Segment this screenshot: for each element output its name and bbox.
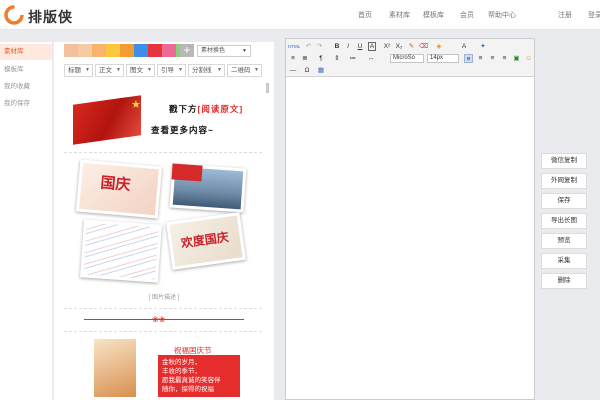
bold-button[interactable]: B bbox=[333, 42, 341, 51]
chevron-down-icon: ▼ bbox=[147, 67, 152, 73]
panel-scrollbar[interactable] bbox=[266, 83, 269, 93]
sidebar-item-materials[interactable]: 素材库 bbox=[0, 44, 52, 60]
font-size-select[interactable]: 14px bbox=[427, 54, 459, 63]
item-divider bbox=[64, 152, 262, 153]
align-left-icon[interactable]: ≡ bbox=[464, 54, 473, 63]
filter-title[interactable]: 标题 ▼ bbox=[64, 64, 93, 77]
horizontal-rule-icon[interactable]: — bbox=[288, 66, 298, 75]
ordered-list-icon[interactable]: ≣ bbox=[300, 54, 310, 63]
color-swatches bbox=[64, 44, 190, 57]
editor-toolbar: HTML ↶ ↷ B I U A X² X₂ ✎ ⌫ ◈ A ✦ ≡ ≣ ¶ ⇕… bbox=[286, 39, 534, 77]
editor-content-area[interactable] bbox=[286, 78, 534, 399]
rich-text-editor: HTML ↶ ↷ B I U A X² X₂ ✎ ⌫ ◈ A ✦ ≡ ≣ ¶ ⇕… bbox=[285, 38, 535, 400]
sidebar-item-saved[interactable]: 我的保存 bbox=[0, 96, 52, 112]
font-color-button[interactable]: A bbox=[458, 42, 470, 51]
color-swatch[interactable] bbox=[64, 44, 78, 57]
nav-member[interactable]: 会员 bbox=[460, 10, 474, 20]
external-copy-button[interactable]: 外网复制 bbox=[541, 173, 587, 189]
banner-line-1: 戳下方[阅读原文] bbox=[169, 104, 244, 114]
chevron-down-icon: ▼ bbox=[178, 67, 183, 73]
logo-icon[interactable] bbox=[4, 5, 24, 25]
nav-login[interactable]: 登录 bbox=[588, 10, 600, 20]
letter-spacing-icon[interactable]: ↔ bbox=[366, 54, 376, 63]
collage-photo: 欢度国庆 bbox=[166, 212, 246, 270]
align-justify-icon[interactable]: ≡ bbox=[500, 54, 509, 63]
background-color-icon[interactable]: ✦ bbox=[476, 42, 490, 51]
chevron-down-icon: ▼ bbox=[254, 67, 259, 73]
format-painter-icon[interactable]: ✎ bbox=[407, 42, 416, 51]
color-swatch[interactable] bbox=[148, 44, 162, 57]
italic-button[interactable]: I bbox=[344, 42, 352, 51]
clear-format-icon[interactable]: ⌫ bbox=[419, 42, 428, 51]
color-change-label: 素材换色 bbox=[201, 48, 226, 54]
color-swatch[interactable] bbox=[92, 44, 106, 57]
filter-divider[interactable]: 分割线 ▼ bbox=[188, 64, 225, 77]
wechat-copy-button[interactable]: 微信复制 bbox=[541, 153, 587, 169]
lantern-image bbox=[94, 339, 136, 397]
color-swatch[interactable] bbox=[78, 44, 92, 57]
chevron-down-icon: ▼ bbox=[116, 67, 121, 73]
line-height-icon[interactable]: ⇕ bbox=[332, 54, 342, 63]
collage-photo: 国庆 bbox=[75, 159, 163, 219]
nav-templates[interactable]: 模板库 bbox=[423, 10, 444, 20]
photo-caption: [ 图片描述 ] bbox=[148, 295, 180, 301]
item-divider bbox=[64, 331, 262, 332]
add-color-button[interactable]: + bbox=[180, 44, 194, 57]
national-day-card[interactable]: 祝福国庆节 金秋的岁月， 丰收的季节， 愿我最真诚的笑容伴 随你，探得的祝福 bbox=[94, 337, 244, 397]
color-swatch[interactable] bbox=[162, 44, 176, 57]
export-long-image-button[interactable]: 导出长图 bbox=[541, 213, 587, 229]
chevron-down-icon: ▼ bbox=[242, 48, 247, 54]
read-more-banner[interactable]: ★ 戳下方[阅读原文] 查看更多内容~ bbox=[73, 95, 258, 146]
nav-help[interactable]: 帮助中心 bbox=[488, 10, 516, 20]
nav-home[interactable]: 首页 bbox=[358, 10, 372, 20]
top-bar: 排版侠 首页 素材库 模板库 会员 帮助中心 注册 登录 bbox=[0, 0, 600, 30]
flower-icon: ❀❀ bbox=[152, 315, 166, 324]
filter-guide[interactable]: 引导 ▼ bbox=[157, 64, 186, 77]
chevron-down-icon: ▼ bbox=[85, 67, 90, 73]
align-right-icon[interactable]: ≡ bbox=[488, 54, 497, 63]
card-text-box: 金秋的岁月， 丰收的季节， 愿我最真诚的笑容伴 随你，探得的祝福 bbox=[158, 355, 240, 397]
collage-photo bbox=[169, 163, 247, 213]
align-list-icon[interactable]: ≡ bbox=[288, 54, 298, 63]
star-icon: ★ bbox=[131, 99, 141, 111]
material-panel: + 素材换色 ▼ 标题 ▼ 正文 ▼ 图文 ▼ 引导 ▼ 分割线 ▼ 二维码 ▼ ★ 戳下方… bbox=[54, 42, 274, 400]
paint-bucket-icon[interactable]: ◈ bbox=[432, 42, 446, 51]
filter-qrcode[interactable]: 二维码 ▼ bbox=[227, 64, 262, 77]
collect-button[interactable]: 采集 bbox=[541, 253, 587, 269]
subscript-button[interactable]: X₂ bbox=[394, 42, 404, 51]
logo-text[interactable]: 排版侠 bbox=[28, 7, 73, 27]
emoji-icon[interactable]: ☺ bbox=[524, 54, 533, 63]
filter-image-text[interactable]: 图文 ▼ bbox=[126, 64, 155, 77]
color-swatch[interactable] bbox=[120, 44, 134, 57]
nav-signup[interactable]: 注册 bbox=[558, 10, 572, 20]
paragraph-icon[interactable]: ¶ bbox=[316, 54, 326, 63]
sidebar: 素材库 模板库 我的收藏 我的保存 bbox=[0, 42, 52, 400]
align-center-icon[interactable]: ≡ bbox=[476, 54, 485, 63]
font-border-button[interactable]: A bbox=[368, 42, 376, 51]
item-divider bbox=[64, 308, 262, 309]
sidebar-item-favorites[interactable]: 我的收藏 bbox=[0, 79, 52, 95]
sidebar-item-templates[interactable]: 模板库 bbox=[0, 62, 52, 78]
table-icon[interactable]: ▦ bbox=[316, 66, 326, 75]
collage-photo bbox=[80, 219, 162, 283]
chevron-down-icon: ▼ bbox=[217, 67, 222, 73]
color-swatch[interactable] bbox=[106, 44, 120, 57]
indent-icon[interactable]: ≔ bbox=[348, 54, 358, 63]
insert-image-icon[interactable]: ▣ bbox=[512, 54, 521, 63]
preview-button[interactable]: 预览 bbox=[541, 233, 587, 249]
redo-icon[interactable]: ↷ bbox=[315, 42, 324, 51]
html-source-button[interactable]: HTML bbox=[288, 42, 300, 51]
font-family-select[interactable]: MicroSo bbox=[390, 54, 424, 63]
color-swatch[interactable] bbox=[134, 44, 148, 57]
banner-line-2: 查看更多内容~ bbox=[151, 125, 214, 135]
undo-icon[interactable]: ↶ bbox=[304, 42, 313, 51]
delete-button[interactable]: 删除 bbox=[541, 273, 587, 289]
color-change-select[interactable]: 素材换色 ▼ bbox=[197, 45, 251, 57]
save-button[interactable]: 保存 bbox=[541, 193, 587, 209]
special-char-icon[interactable]: Ω bbox=[302, 66, 312, 75]
superscript-button[interactable]: X² bbox=[382, 42, 392, 51]
underline-button[interactable]: U bbox=[356, 42, 364, 51]
filter-body[interactable]: 正文 ▼ bbox=[95, 64, 124, 77]
nav-materials[interactable]: 素材库 bbox=[389, 10, 410, 20]
